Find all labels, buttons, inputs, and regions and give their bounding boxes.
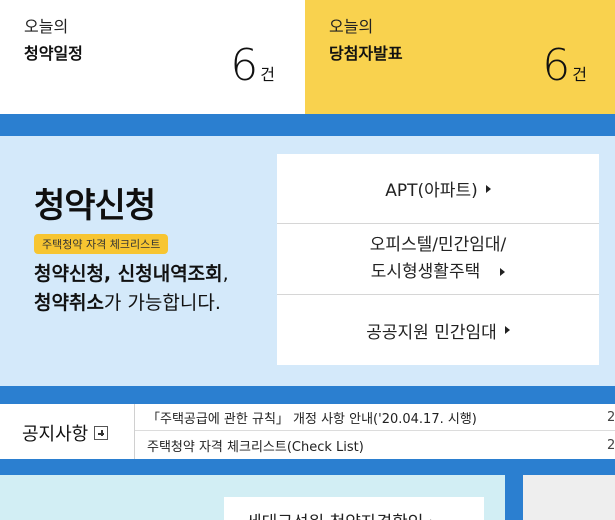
today-winner-card[interactable]: 오늘의 당첨자발표 6 건 bbox=[305, 0, 615, 114]
notice-item-text: 「주택공급에 관한 규칙」 개정 사항 안내('20.04.17. 시행) bbox=[147, 411, 477, 427]
today-schedule-unit: 건 bbox=[260, 65, 275, 84]
notice-title: 공지사항 bbox=[22, 424, 89, 445]
menu-officetel-line1: 오피스텔/민간임대/ bbox=[369, 235, 507, 255]
menu-apt-link[interactable]: APT(아파트) bbox=[277, 154, 599, 224]
today-winner-label: 당첨자발표 bbox=[329, 44, 403, 63]
triangle-right-icon bbox=[504, 326, 510, 334]
notice-item[interactable]: 주택청약 자격 체크리스트(Check List) 2 bbox=[135, 432, 615, 459]
today-schedule-card[interactable]: 오늘의 청약일정 6 건 bbox=[0, 0, 305, 114]
today-schedule-label-small: 오늘의 bbox=[24, 17, 69, 36]
today-schedule-label: 청약일정 bbox=[24, 44, 83, 63]
blue-band bbox=[0, 114, 615, 136]
notice-section: 공지사항 「주택공급에 관한 규칙」 개정 사항 안내('20.04.17. 시… bbox=[0, 404, 615, 459]
today-winner-count-wrap: 6 건 bbox=[542, 44, 587, 88]
apply-description: 청약신청, 신청내역조회, 청약취소가 가능합니다. bbox=[34, 260, 229, 318]
desc-sep: , bbox=[103, 263, 118, 285]
notice-item-date: 2 bbox=[607, 409, 615, 425]
triangle-right-icon bbox=[485, 184, 491, 193]
desc-apply: 청약신청 bbox=[34, 263, 104, 285]
today-winner-count: 6 bbox=[542, 40, 571, 91]
desc-cancel: 청약취소 bbox=[34, 292, 104, 314]
notice-item[interactable]: 「주택공급에 관한 규칙」 개정 사항 안내('20.04.17. 시행) 2 bbox=[135, 404, 615, 431]
household-eligibility-label: 세대구성원 청약자격확인 › bbox=[246, 508, 436, 520]
today-schedule-count-wrap: 6 건 bbox=[230, 44, 275, 88]
bottom-panel-right bbox=[523, 475, 615, 520]
apply-title: 청약신청 bbox=[34, 186, 156, 226]
desc-inquiry: 신청내역조회 bbox=[117, 263, 223, 285]
today-schedule-count: 6 bbox=[230, 40, 259, 91]
menu-apt-label: APT(아파트) bbox=[385, 181, 478, 201]
today-summary: 오늘의 청약일정 6 건 오늘의 당첨자발표 6 건 bbox=[0, 0, 615, 114]
checklist-tag-button[interactable]: 주택청약 자격 체크리스트 bbox=[34, 234, 169, 254]
today-winner-unit: 건 bbox=[572, 65, 587, 84]
desc-end: 가 가능합니다. bbox=[103, 292, 221, 314]
menu-public-rental-label: 공공지원 민간임대 bbox=[366, 322, 497, 343]
notice-item-text: 주택청약 자격 체크리스트(Check List) bbox=[147, 440, 364, 455]
desc-comma: , bbox=[222, 263, 229, 285]
household-eligibility-button[interactable]: 세대구성원 청약자격확인 › bbox=[224, 497, 484, 520]
apply-section: 청약신청 주택청약 자격 체크리스트 청약신청, 신청내역조회, 청약취소가 가… bbox=[0, 136, 615, 386]
menu-officetel-link[interactable]: 오피스텔/민간임대/ 도시형생활주택 bbox=[277, 224, 599, 295]
notice-item-date: 2 bbox=[607, 438, 615, 453]
plus-icon[interactable] bbox=[94, 426, 109, 440]
blue-band-bottom bbox=[0, 459, 615, 475]
menu-public-rental-link[interactable]: 공공지원 민간임대 bbox=[277, 295, 599, 365]
triangle-right-icon bbox=[500, 268, 506, 276]
apply-menu: APT(아파트) 오피스텔/민간임대/ 도시형생활주택 공공지원 민간임대 bbox=[277, 154, 599, 365]
menu-officetel-line2: 도시형생활주택 bbox=[370, 262, 481, 282]
notice-title-link[interactable]: 공지사항 bbox=[22, 420, 109, 446]
today-winner-label-small: 오늘의 bbox=[329, 17, 374, 36]
